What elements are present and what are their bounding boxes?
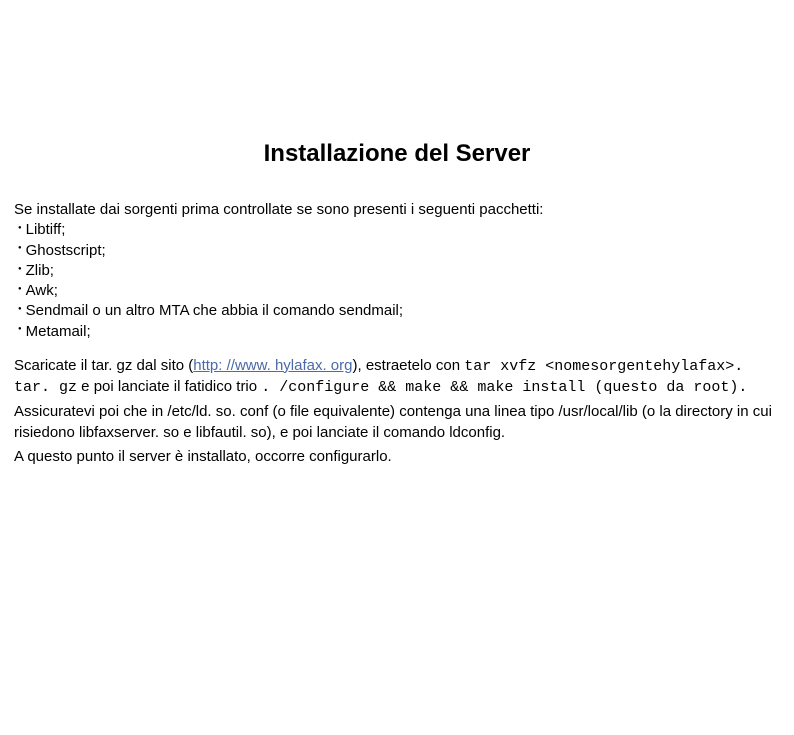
configure-command: . /configure && make && make install (qu… — [261, 379, 747, 396]
intro-text: Se installate dai sorgenti prima control… — [14, 200, 780, 220]
final-paragraph: A questo punto il server è installato, o… — [14, 447, 780, 467]
list-item: Awk; — [14, 281, 780, 301]
download-paragraph: Scaricate il tar. gz dal sito (http: //w… — [14, 356, 780, 399]
list-item: Sendmail o un altro MTA che abbia il com… — [14, 301, 780, 321]
list-item: Metamail; — [14, 322, 780, 342]
page-title: Installazione del Server — [14, 140, 780, 168]
download-prelink: Scaricate il tar. gz dal sito ( — [14, 357, 193, 374]
ldconf-paragraph: Assicuratevi poi che in /etc/ld. so. con… — [14, 402, 780, 443]
hylafax-link[interactable]: http: //www. hylafax. org — [193, 357, 352, 374]
download-mid: e poi lanciate il fatidico trio — [77, 378, 261, 395]
page: Installazione del Server Se installate d… — [0, 140, 794, 735]
download-suffix: ), estraetelo con — [353, 357, 461, 374]
list-item: Ghostscript; — [14, 241, 780, 261]
package-list: Libtiff; Ghostscript; Zlib; Awk; Sendmai… — [14, 220, 780, 342]
list-item: Libtiff; — [14, 220, 780, 240]
list-item: Zlib; — [14, 261, 780, 281]
